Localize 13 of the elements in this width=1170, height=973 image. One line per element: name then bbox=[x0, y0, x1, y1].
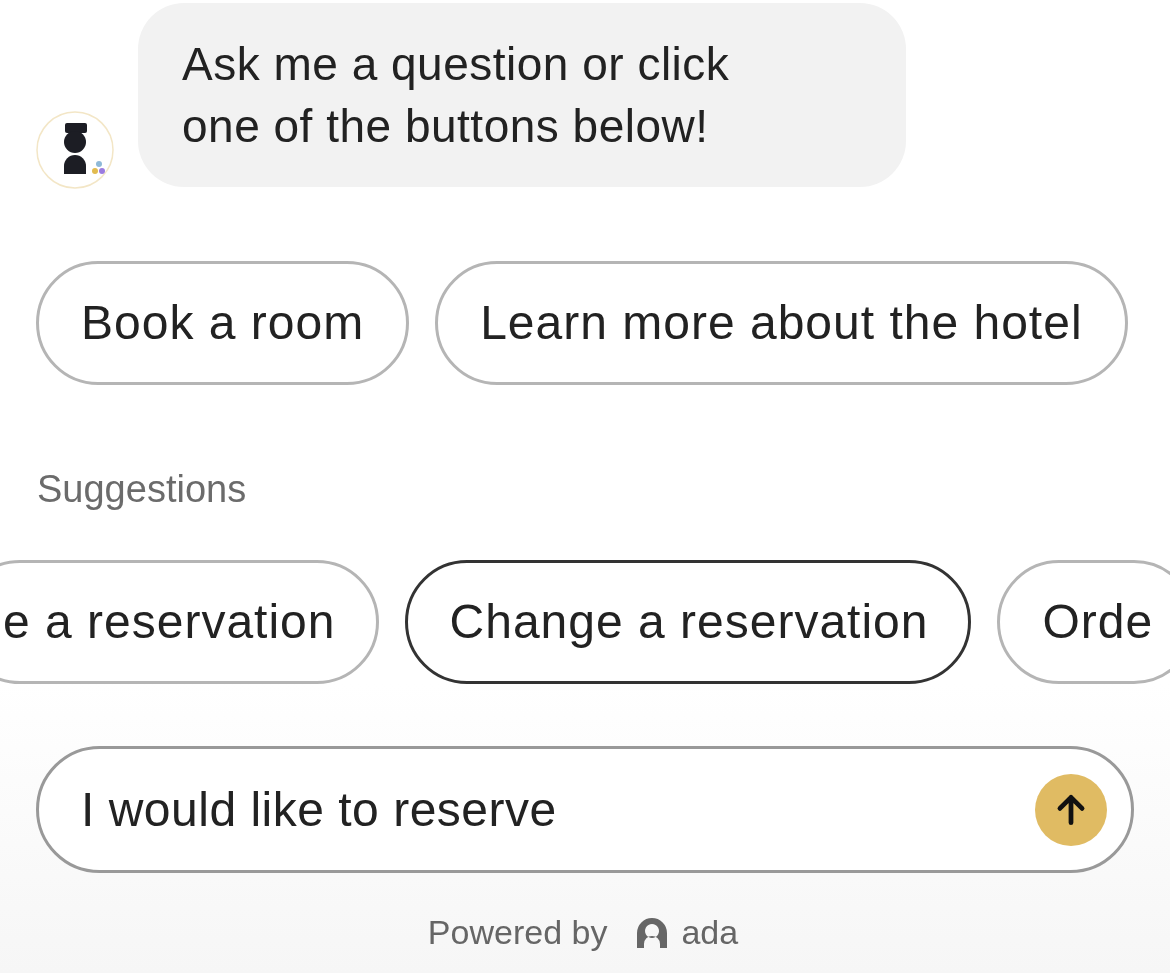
message-bubble: Ask me a question or click one of the buttons below! bbox=[138, 3, 906, 187]
message-input[interactable]: I would like to reserve bbox=[81, 773, 1035, 846]
suggestion-chip[interactable]: Orde bbox=[997, 560, 1170, 684]
brand-name: ada bbox=[681, 912, 739, 953]
suggestions-label: Suggestions bbox=[37, 467, 247, 512]
quick-reply-button[interactable]: Book a room bbox=[36, 261, 410, 385]
brand-logo-icon bbox=[637, 917, 668, 948]
suggestion-chip[interactable]: Change a reservation bbox=[404, 560, 972, 684]
bot-avatar-icon bbox=[36, 111, 114, 189]
quick-reply-button[interactable]: Learn more about the hotel bbox=[435, 261, 1128, 385]
message-field[interactable]: I would like to reserve bbox=[36, 746, 1134, 873]
powered-by-text: Powered by bbox=[427, 912, 608, 953]
suggestion-chip[interactable]: e a reservation bbox=[0, 560, 379, 684]
